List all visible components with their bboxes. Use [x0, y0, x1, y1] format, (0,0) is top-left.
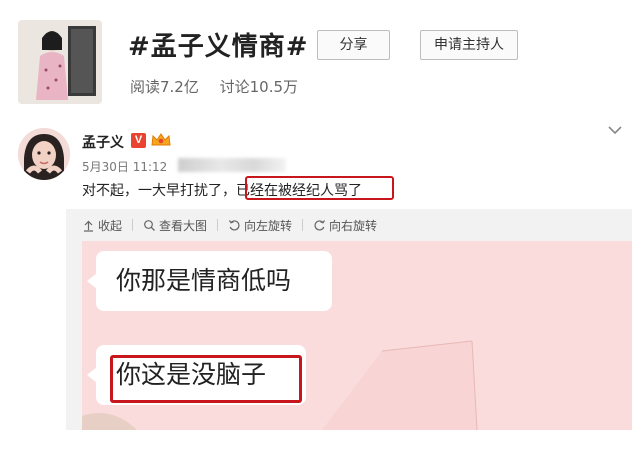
toolbar-divider: [132, 219, 134, 231]
rotate-left-button[interactable]: 向左旋转: [228, 217, 304, 234]
collapse-button[interactable]: 收起: [82, 217, 134, 234]
read-count: 阅读7.2亿: [130, 78, 199, 96]
avatar[interactable]: [18, 128, 70, 180]
rotate-left-icon: [228, 219, 241, 232]
rotate-right-button[interactable]: 向右旋转: [313, 217, 377, 234]
topic-stats: 阅读7.2亿 讨论10.5万: [130, 76, 314, 97]
post-image-panel: 收起 查看大图 向左旋转 向右旋转 你那是情商低吗 你这是没脑子: [66, 209, 632, 430]
image-toolbar: 收起 查看大图 向左旋转 向右旋转: [66, 209, 632, 241]
toolbar-divider: [217, 219, 219, 231]
topic-title: #孟子义情商#: [128, 32, 309, 62]
topic-cover-image: [18, 20, 102, 104]
apply-host-button[interactable]: 申请主持人: [420, 30, 518, 60]
post-text-main: 对不起，一大早打扰了，: [82, 183, 236, 199]
view-large-button[interactable]: 查看大图: [143, 217, 219, 234]
rotate-right-icon: [313, 219, 326, 232]
chevron-down-icon[interactable]: [606, 122, 624, 136]
chat-bubble-1: 你那是情商低吗: [96, 251, 332, 311]
toolbar-divider: [302, 219, 304, 231]
crown-icon: [150, 132, 172, 148]
chat-screenshot-image[interactable]: 你那是情商低吗 你这是没脑子: [82, 241, 632, 430]
highlight-box: [245, 176, 394, 200]
post-username[interactable]: 孟子义: [82, 132, 124, 152]
redacted-area: [178, 158, 286, 172]
post-timestamp[interactable]: 5月30日 11:12: [82, 158, 167, 175]
collapse-icon: [82, 219, 95, 232]
view-large-label: 查看大图: [159, 218, 208, 233]
collapse-label: 收起: [98, 218, 123, 233]
discussion-count: 讨论10.5万: [219, 78, 299, 96]
share-button[interactable]: 分享: [317, 30, 390, 60]
search-icon: [143, 219, 156, 232]
chat-highlight-box: [110, 355, 302, 403]
verified-badge: V: [131, 133, 146, 148]
rotate-left-label: 向左旋转: [244, 218, 293, 233]
rotate-right-label: 向右旋转: [329, 218, 378, 233]
